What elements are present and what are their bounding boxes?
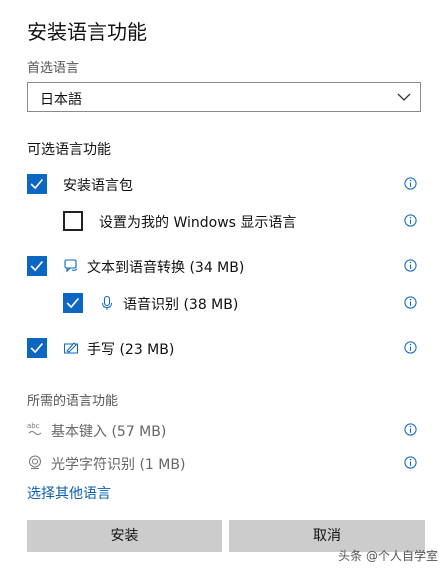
text-to-speech-checkbox[interactable]	[27, 256, 47, 276]
info-icon[interactable]	[404, 423, 417, 436]
info-icon[interactable]	[404, 177, 417, 190]
ocr-label: 光学字符识别 (1 MB)	[51, 457, 186, 473]
preferred-language-dropdown[interactable]: 日本語	[27, 82, 421, 112]
checkmark-icon	[66, 297, 80, 309]
install-button[interactable]: 安装	[27, 520, 222, 552]
basic-typing-label: 基本键入 (57 MB)	[51, 424, 167, 440]
dialog-title: 安装语言功能	[27, 20, 147, 44]
info-icon[interactable]	[404, 259, 417, 272]
ocr-camera-icon	[29, 455, 41, 469]
svg-text:abc: abc	[27, 422, 40, 430]
checkmark-icon	[30, 178, 44, 190]
handwriting-label: 手写 (23 MB)	[87, 342, 175, 358]
abc-spellcheck-icon: abc	[27, 422, 42, 435]
install-language-pack-label: 安装语言包	[63, 178, 133, 194]
set-display-language-checkbox[interactable]	[63, 211, 83, 231]
required-features-title: 所需的语言功能	[27, 394, 119, 409]
checkmark-icon	[30, 342, 44, 354]
preferred-language-value: 日本語	[40, 92, 82, 108]
speech-recognition-checkbox[interactable]	[63, 293, 83, 313]
optional-features-title: 可选语言功能	[27, 142, 111, 158]
microphone-icon	[102, 295, 112, 310]
info-icon[interactable]	[404, 456, 417, 469]
chevron-down-icon	[397, 93, 411, 101]
speech-recognition-label: 语音识别 (38 MB)	[123, 297, 239, 313]
checkmark-icon	[30, 260, 44, 272]
text-to-speech-icon	[64, 259, 78, 273]
watermark: 头条 @个人自学室	[338, 549, 438, 563]
info-icon[interactable]	[404, 296, 417, 309]
preferred-language-label: 首选语言	[27, 61, 80, 76]
text-to-speech-label: 文本到语音转换 (34 MB)	[87, 260, 245, 276]
info-icon[interactable]	[404, 341, 417, 354]
set-display-language-label: 设置为我的 Windows 显示语言	[99, 215, 297, 231]
info-icon[interactable]	[404, 214, 417, 227]
install-language-pack-checkbox[interactable]	[27, 174, 47, 194]
handwriting-pen-icon	[64, 342, 78, 354]
choose-other-language-link[interactable]: 选择其他语言	[27, 483, 111, 503]
handwriting-checkbox[interactable]	[27, 338, 47, 358]
